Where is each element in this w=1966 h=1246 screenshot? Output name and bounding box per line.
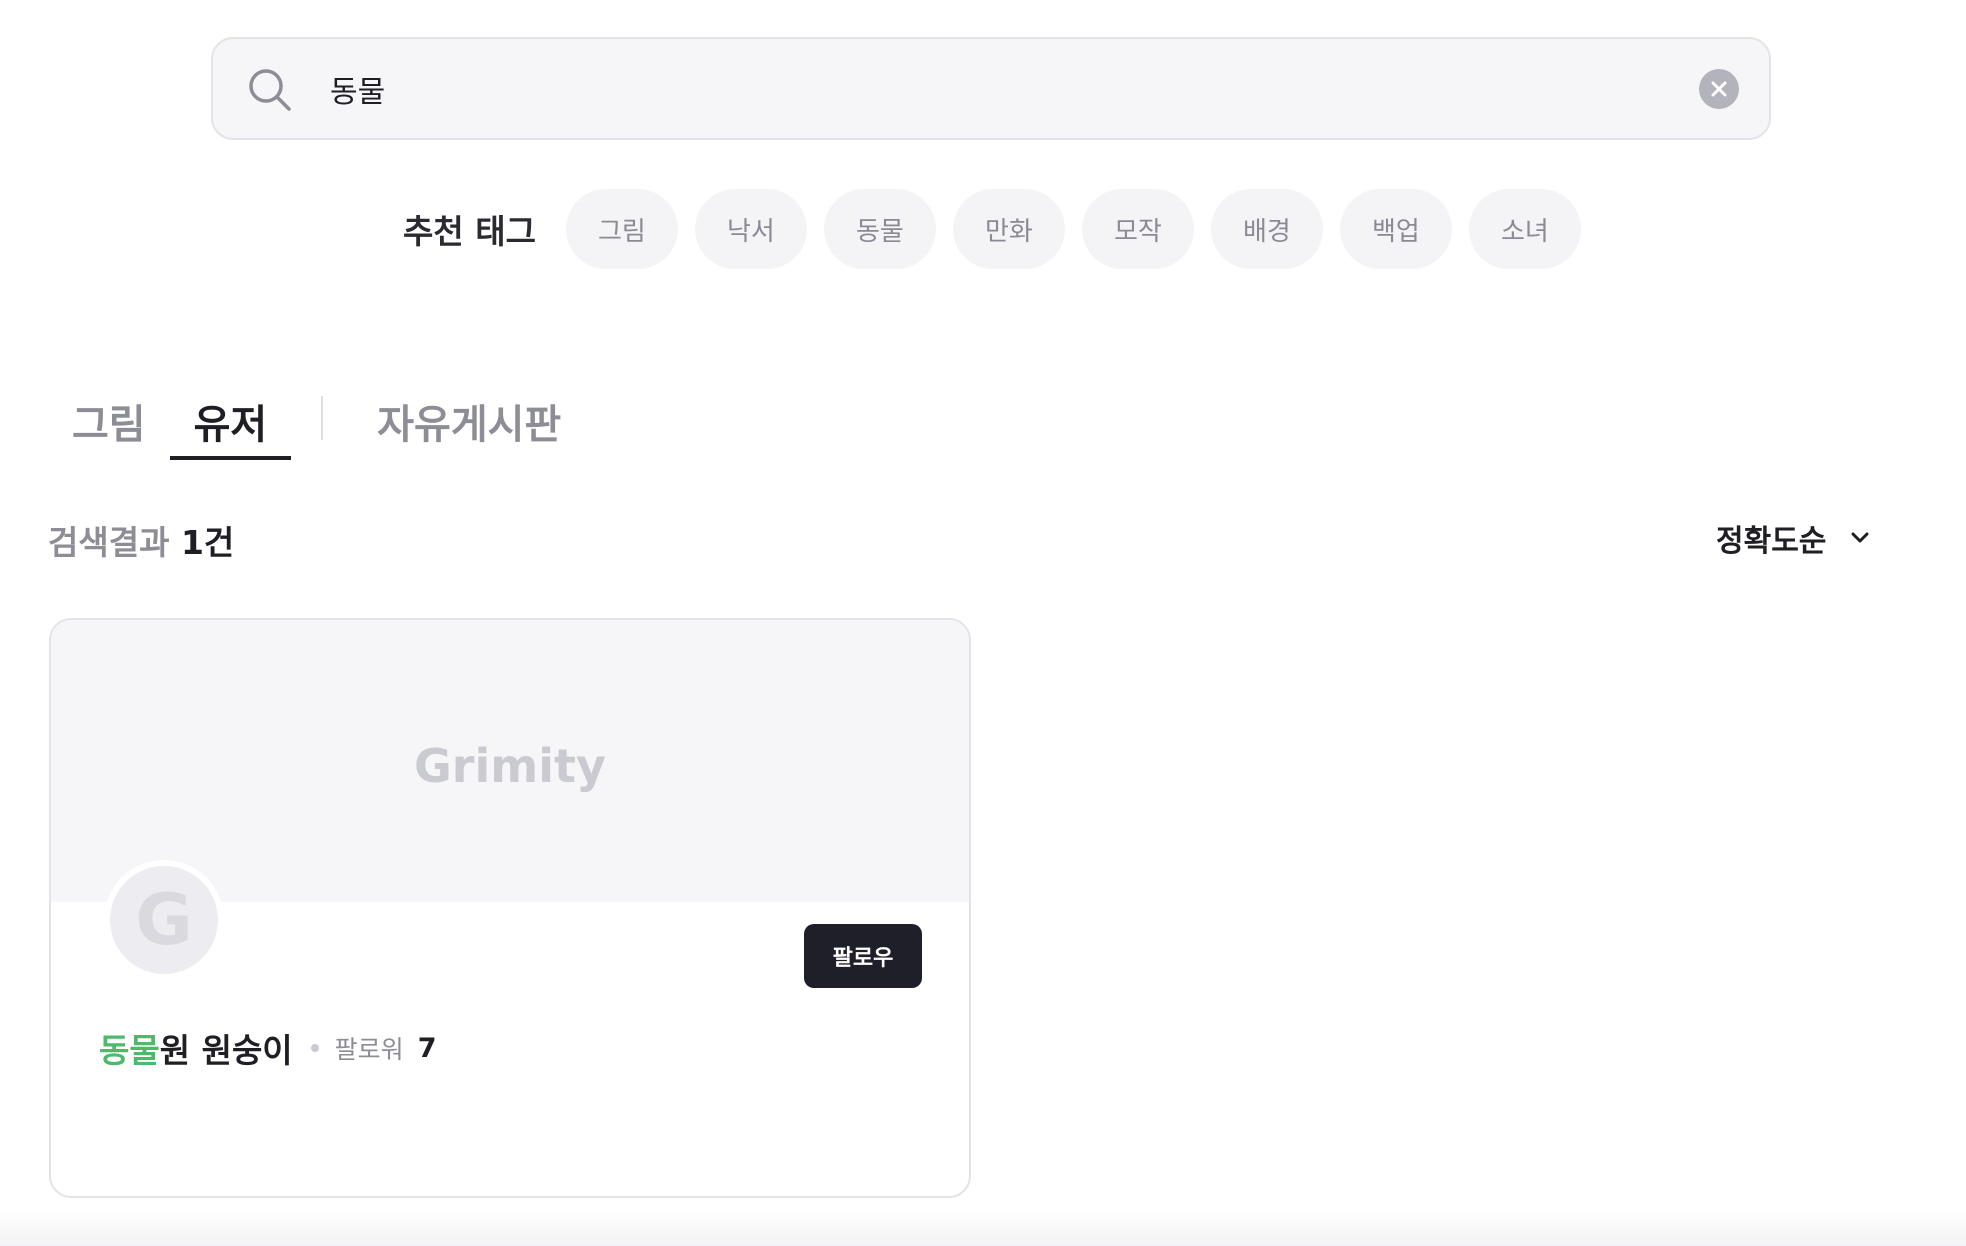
tab-free-board[interactable]: 자유게시판 [353, 380, 585, 460]
tab-divider [321, 396, 324, 440]
tab-users[interactable]: 유저 [169, 380, 292, 460]
search-icon [249, 69, 291, 111]
result-count: 검색결과 1건 [48, 516, 234, 564]
tag-chip[interactable]: 배경 [1210, 189, 1323, 269]
tag-chip[interactable]: 모작 [1081, 189, 1194, 269]
follower-count: 7 [417, 1032, 437, 1064]
close-icon [1711, 81, 1727, 97]
sort-select[interactable]: 정확도순 [1716, 516, 1874, 560]
follower-label: 팔로워 [334, 1035, 404, 1064]
tag-chip[interactable]: 낙서 [694, 189, 807, 269]
user-card[interactable]: Grimity G 팔로우 동물원 원숭이 팔로워 7 [49, 618, 971, 1198]
result-tabs: 그림 유저 자유게시판 [48, 380, 585, 460]
user-name-highlight: 동물 [99, 1031, 160, 1070]
result-count-value: 1건 [180, 523, 235, 562]
search-bar [211, 37, 1771, 140]
user-info: 동물원 원숭이 팔로워 7 [99, 1024, 436, 1072]
tag-chip[interactable]: 만화 [952, 189, 1065, 269]
result-count-label: 검색결과 [48, 523, 181, 562]
chevron-down-icon [1851, 532, 1869, 543]
separator-dot [310, 1044, 319, 1052]
tag-chip[interactable]: 소녀 [1468, 189, 1581, 269]
clear-search-button[interactable] [1699, 69, 1739, 109]
cover-logo: Grimity [414, 739, 606, 793]
recommended-tags: 추천 태그 그림 낙서 동물 만화 모작 배경 백업 소녀 [403, 189, 1598, 269]
follow-button[interactable]: 팔로우 [804, 924, 922, 988]
tab-artworks[interactable]: 그림 [48, 380, 170, 460]
tag-chip[interactable]: 그림 [565, 189, 678, 269]
user-name[interactable]: 동물원 원숭이 [99, 1024, 293, 1072]
tag-chip[interactable]: 백업 [1339, 189, 1452, 269]
bottom-fade [0, 1210, 1966, 1246]
user-name-rest: 원 원숭이 [159, 1031, 293, 1070]
avatar-placeholder: G [110, 866, 218, 974]
user-cover: Grimity [51, 620, 969, 902]
search-input[interactable] [328, 61, 1628, 117]
sort-select-label: 정확도순 [1716, 524, 1827, 559]
tag-chip[interactable]: 동물 [823, 189, 936, 269]
avatar[interactable]: G [104, 860, 224, 980]
recommended-tags-title: 추천 태그 [403, 212, 536, 251]
